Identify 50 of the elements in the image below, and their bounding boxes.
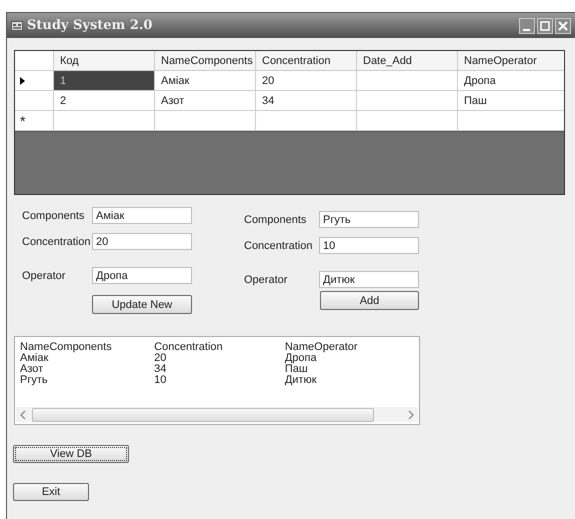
close-icon[interactable] (555, 18, 571, 34)
input-field[interactable]: 20 (92, 233, 192, 250)
add-button[interactable]: Add (320, 291, 419, 310)
column-header[interactable]: NameOperator (458, 51, 563, 70)
scroll-thumb[interactable] (32, 408, 374, 422)
list-cell[interactable]: Ргуть (20, 375, 154, 386)
update-button[interactable]: Update New (92, 295, 192, 314)
field-label: Operator (244, 274, 288, 286)
list-cell[interactable]: Дропа (284, 353, 419, 364)
field-label: Concentration (244, 240, 314, 252)
list-cell[interactable]: Паш (284, 364, 419, 375)
table-cell[interactable]: Аміак (155, 71, 256, 90)
field-label: Operator (22, 270, 66, 282)
input-field[interactable]: Дропа (92, 267, 192, 284)
list-cell[interactable]: 10 (154, 375, 285, 386)
maximize-icon[interactable] (537, 18, 553, 34)
table-cell[interactable]: Паш (458, 91, 563, 110)
input-field[interactable]: Ргуть (319, 211, 419, 228)
list-cell[interactable]: Аміак (20, 353, 154, 364)
column-header[interactable]: NameComponents (20, 342, 154, 353)
input-field[interactable]: 10 (319, 237, 419, 254)
list-cell[interactable]: 34 (154, 364, 285, 375)
column-header[interactable]: NameComponents (155, 51, 256, 70)
table-cell[interactable]: Азот (155, 91, 256, 110)
app-icon (11, 20, 23, 30)
horizontal-scrollbar[interactable] (16, 407, 418, 422)
column-header[interactable]: Код (54, 51, 155, 70)
push-button[interactable]: View DB (13, 445, 129, 463)
list-cell[interactable]: Азот (20, 364, 154, 375)
input-field[interactable]: Аміак (92, 207, 192, 224)
field-label: Components (22, 210, 86, 222)
field-label: Concentration (22, 236, 92, 248)
input-field[interactable]: Дитюк (319, 271, 419, 288)
push-button[interactable]: Exit (13, 483, 89, 501)
column-header[interactable]: Date_Add (357, 51, 458, 70)
new-row-marker: * (20, 114, 26, 128)
table-cell[interactable]: 20 (256, 71, 357, 90)
minimize-icon[interactable] (519, 18, 535, 34)
window-title: Study System 2.0 (27, 18, 154, 33)
field-label: Components (244, 214, 308, 226)
table-cell[interactable]: 2 (54, 91, 155, 110)
column-header[interactable]: Concentration (154, 342, 285, 353)
row-header[interactable]: * (15, 111, 54, 130)
list-cell[interactable]: Дитюк (284, 375, 419, 386)
table-cell[interactable]: 1 (54, 71, 155, 90)
column-header[interactable]: Concentration (256, 51, 357, 70)
column-header[interactable]: NameOperator (284, 342, 419, 353)
table-cell[interactable]: Дропа (458, 71, 563, 90)
table-cell[interactable]: 34 (256, 91, 357, 110)
list-cell[interactable]: 20 (154, 353, 285, 364)
